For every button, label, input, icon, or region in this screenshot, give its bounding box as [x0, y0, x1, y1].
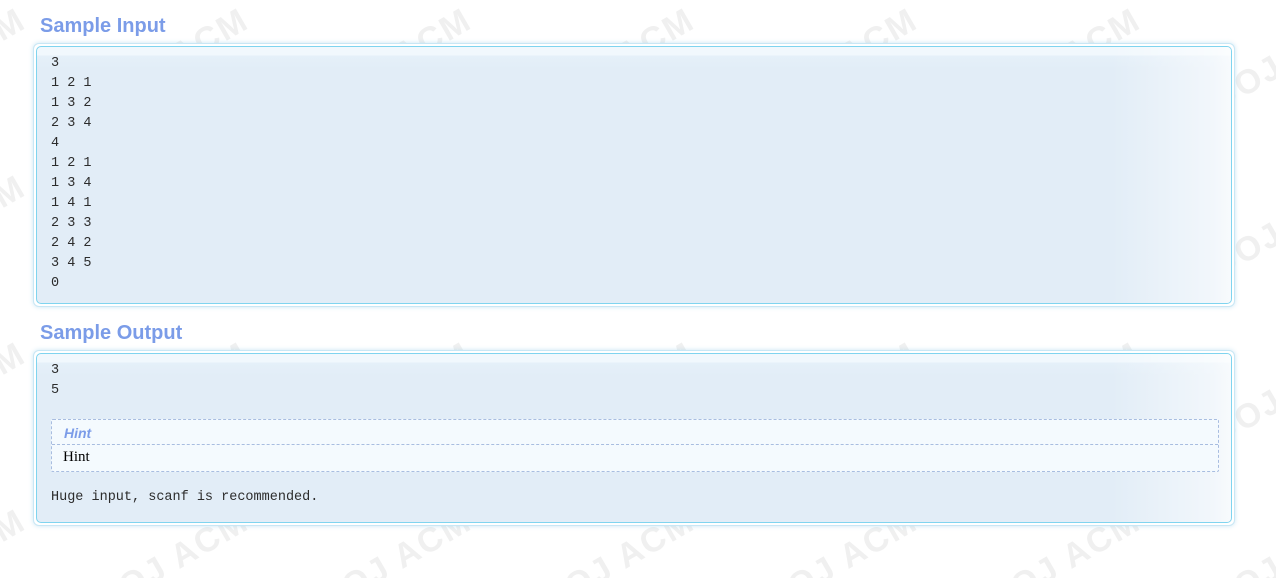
sample-input-heading: Sample Input [40, 15, 166, 37]
sample-input-panel-inner: 3 1 2 1 1 3 2 2 3 4 4 1 2 1 1 3 4 1 4 1 … [36, 46, 1232, 304]
sample-output-panel: 3 5 Hint Hint Huge input, scanf is recom… [33, 350, 1235, 526]
hint-body: Hint [63, 449, 90, 465]
sample-output-heading: Sample Output [40, 322, 183, 344]
sample-input-code: 3 1 2 1 1 3 2 2 3 4 4 1 2 1 1 3 4 1 4 1 … [51, 56, 92, 291]
sample-output-panel-inner: 3 5 Hint Hint Huge input, scanf is recom… [36, 353, 1232, 523]
hint-legend: Hint [52, 420, 1218, 445]
problem-page: Sample Input 3 1 2 1 1 3 2 2 3 4 4 1 2 1… [0, 0, 1276, 526]
hint-note: Huge input, scanf is recommended. [51, 490, 319, 505]
hint-box: Hint Hint [51, 419, 1219, 472]
sample-output-code: 3 5 [51, 363, 60, 398]
sample-input-panel: 3 1 2 1 1 3 2 2 3 4 4 1 2 1 1 3 4 1 4 1 … [33, 43, 1235, 307]
